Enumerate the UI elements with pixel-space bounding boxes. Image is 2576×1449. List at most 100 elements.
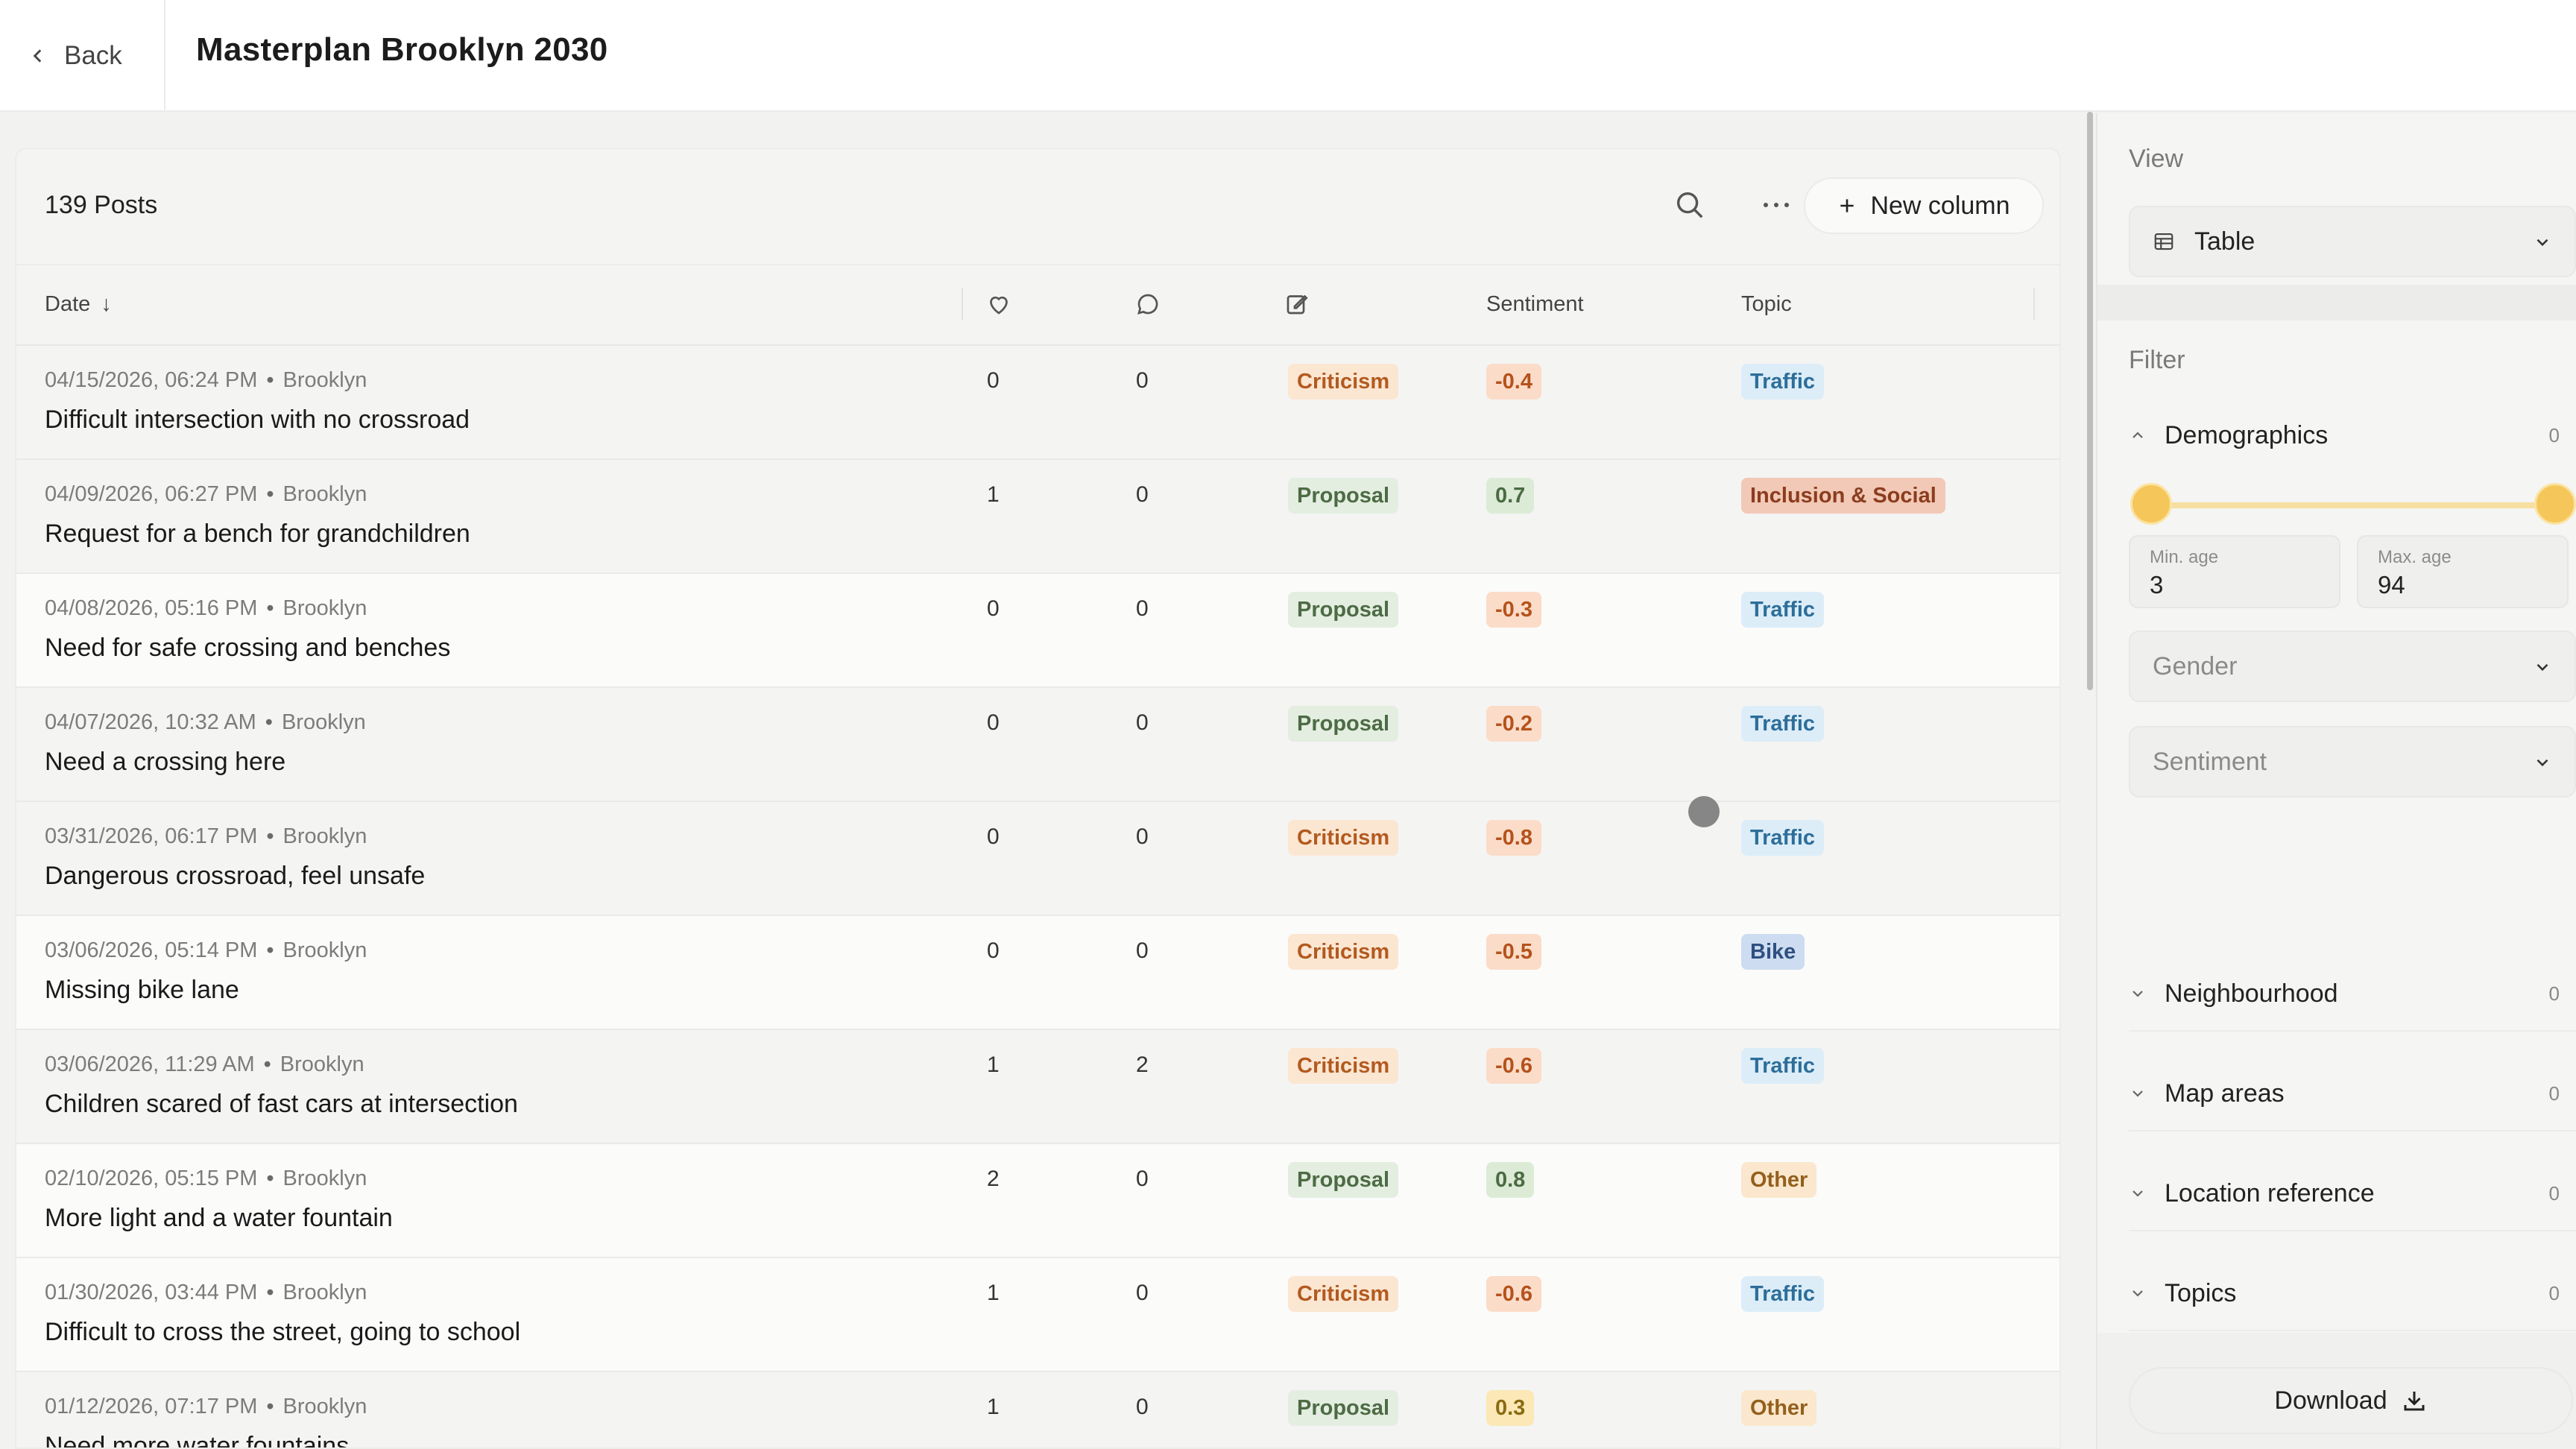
table-row[interactable]: 01/12/2026, 07:17 PM • Brooklyn Need more … bbox=[16, 1372, 2059, 1448]
view-label: View bbox=[2129, 145, 2184, 173]
sentiment-select[interactable]: Sentiment bbox=[2129, 726, 2576, 798]
post-date: 04/08/2026, 05:16 PM bbox=[45, 596, 258, 620]
comments-count: 0 bbox=[1136, 1167, 1149, 1191]
table-row[interactable]: 02/10/2026, 05:15 PM • Brooklyn More light… bbox=[16, 1144, 2059, 1258]
download-label: Download bbox=[2274, 1386, 2387, 1415]
column-header-topic[interactable]: Topic bbox=[1741, 292, 1792, 317]
post-date: 02/10/2026, 05:15 PM bbox=[45, 1167, 258, 1190]
post-meta: 03/06/2026, 11:29 AM • Brooklyn bbox=[45, 1052, 364, 1077]
post-title[interactable]: Missing bike lane bbox=[45, 976, 239, 1005]
topic-badge: Traffic bbox=[1741, 820, 1825, 856]
accordion-neighbourhood[interactable]: Neighbourhood 0 bbox=[2129, 957, 2576, 1032]
section-label: Location reference bbox=[2165, 1178, 2375, 1208]
age-max-handle[interactable] bbox=[2534, 483, 2576, 525]
download-button[interactable]: Download bbox=[2129, 1367, 2573, 1434]
table-row[interactable]: 03/06/2026, 05:14 PM • Brooklyn Missing bi… bbox=[16, 916, 2059, 1030]
age-slider-track[interactable] bbox=[2151, 502, 2555, 508]
min-age-label: Min. age bbox=[2150, 547, 2219, 567]
search-icon[interactable] bbox=[1673, 188, 1707, 222]
table-row[interactable]: 04/08/2026, 05:16 PM • Brooklyn Need for s… bbox=[16, 574, 2059, 688]
post-date: 03/06/2026, 05:14 PM bbox=[45, 938, 258, 962]
post-meta: 03/06/2026, 05:14 PM • Brooklyn bbox=[45, 938, 367, 963]
accordion-location-reference[interactable]: Location reference 0 bbox=[2129, 1157, 2576, 1231]
table-row[interactable]: 04/07/2026, 10:32 AM • Brooklyn Need a cro… bbox=[16, 688, 2059, 802]
post-title[interactable]: Difficult intersection with no crossroad bbox=[45, 405, 470, 435]
post-title[interactable]: Request for a bench for grandchildren bbox=[45, 520, 470, 549]
section-count: 0 bbox=[2548, 1181, 2560, 1205]
separator-dot: • bbox=[265, 710, 273, 734]
topic-badge: Traffic bbox=[1741, 706, 1825, 742]
accordion-map-areas[interactable]: Map areas 0 bbox=[2129, 1057, 2576, 1131]
post-meta: 04/09/2026, 06:27 PM • Brooklyn bbox=[45, 482, 367, 507]
post-date: 01/30/2026, 03:44 PM bbox=[45, 1281, 258, 1304]
column-header-date[interactable]: Date ↓ bbox=[45, 292, 112, 317]
new-column-button[interactable]: New column bbox=[1804, 177, 2044, 234]
column-header-sentiment[interactable]: Sentiment bbox=[1486, 292, 1584, 317]
topic-badge: Traffic bbox=[1741, 364, 1825, 400]
table-icon bbox=[2154, 233, 2174, 250]
section-count: 0 bbox=[2548, 1281, 2560, 1304]
chevron-down-icon bbox=[2133, 1190, 2143, 1197]
post-title[interactable]: Need for safe crossing and benches bbox=[45, 634, 450, 663]
separator-dot: • bbox=[266, 1281, 274, 1304]
table-row[interactable]: 03/06/2026, 11:29 AM • Brooklyn Children s… bbox=[16, 1030, 2059, 1144]
gender-select[interactable]: Gender bbox=[2129, 631, 2576, 702]
section-divider bbox=[2097, 285, 2576, 321]
post-meta: 02/10/2026, 05:15 PM • Brooklyn bbox=[45, 1167, 367, 1191]
demographics-count: 0 bbox=[2548, 423, 2560, 446]
view-select[interactable]: Table bbox=[2129, 206, 2576, 277]
chevron-down-icon bbox=[2133, 1090, 2143, 1097]
post-place: Brooklyn bbox=[282, 1395, 367, 1418]
chevron-down-icon bbox=[2133, 991, 2143, 997]
post-title[interactable]: More light and a water fountain bbox=[45, 1204, 393, 1233]
max-age-field[interactable]: Max. age 94 bbox=[2357, 535, 2569, 608]
post-date: 03/06/2026, 11:29 AM bbox=[45, 1052, 255, 1076]
post-title[interactable]: Need more water fountains bbox=[45, 1432, 349, 1448]
filter-panel: View Table Filter Demographics 0 Min. ag… bbox=[2096, 113, 2576, 1449]
sentiment-badge: -0.5 bbox=[1486, 934, 1541, 970]
scrollbar[interactable] bbox=[2087, 112, 2093, 690]
chevron-down-icon bbox=[2536, 239, 2548, 247]
edit-note-icon[interactable] bbox=[1284, 291, 1310, 318]
age-min-handle[interactable] bbox=[2130, 483, 2172, 525]
comments-count: 0 bbox=[1136, 824, 1149, 849]
min-age-field[interactable]: Min. age 3 bbox=[2129, 535, 2340, 608]
post-type-badge: Proposal bbox=[1288, 1162, 1399, 1198]
accordion-topics[interactable]: Topics 0 bbox=[2129, 1257, 2576, 1331]
post-meta: 04/15/2026, 06:24 PM • Brooklyn bbox=[45, 368, 367, 393]
likes-count: 1 bbox=[987, 1052, 1000, 1077]
post-title[interactable]: Need a crossing here bbox=[45, 748, 285, 777]
post-title[interactable]: Difficult to cross the street, going to … bbox=[45, 1318, 520, 1347]
more-options-icon[interactable] bbox=[1758, 188, 1795, 222]
posts-table-card: 139 Posts New column Date ↓ Sentiment To… bbox=[15, 148, 2061, 1449]
back-button[interactable]: Back bbox=[0, 0, 165, 112]
back-label: Back bbox=[64, 41, 122, 70]
comment-icon[interactable] bbox=[1134, 291, 1161, 318]
topic-badge: Inclusion & Social bbox=[1741, 478, 1945, 514]
likes-count: 1 bbox=[987, 482, 1000, 507]
max-age-value: 94 bbox=[2378, 571, 2405, 599]
post-type-badge: Proposal bbox=[1288, 592, 1399, 628]
heart-icon[interactable] bbox=[985, 291, 1012, 318]
page-title: Masterplan Brooklyn 2030 bbox=[196, 31, 608, 68]
filter-label: Filter bbox=[2129, 346, 2185, 374]
separator-dot: • bbox=[266, 938, 274, 962]
table-row[interactable]: 03/31/2026, 06:17 PM • Brooklyn Dangerous … bbox=[16, 802, 2059, 916]
post-date: 01/12/2026, 07:17 PM bbox=[45, 1395, 258, 1418]
post-place: Brooklyn bbox=[281, 710, 366, 734]
post-place: Brooklyn bbox=[282, 1281, 367, 1304]
accordion-demographics[interactable]: Demographics 0 bbox=[2129, 398, 2576, 473]
section-count: 0 bbox=[2548, 982, 2560, 1005]
table-row[interactable]: 04/15/2026, 06:24 PM • Brooklyn Difficult … bbox=[16, 346, 2059, 460]
post-title[interactable]: Dangerous crossroad, feel unsafe bbox=[45, 862, 425, 891]
table-row[interactable]: 04/09/2026, 06:27 PM • Brooklyn Request fo… bbox=[16, 460, 2059, 574]
post-meta: 01/30/2026, 03:44 PM • Brooklyn bbox=[45, 1281, 367, 1305]
column-divider bbox=[2033, 288, 2035, 321]
post-type-badge: Criticism bbox=[1288, 820, 1399, 856]
table-row[interactable]: 01/30/2026, 03:44 PM • Brooklyn Difficult … bbox=[16, 1258, 2059, 1372]
demographics-label: Demographics bbox=[2165, 420, 2329, 449]
sentiment-badge: -0.6 bbox=[1486, 1276, 1541, 1312]
post-title[interactable]: Children scared of fast cars at intersec… bbox=[45, 1090, 518, 1119]
comments-count: 2 bbox=[1136, 1052, 1149, 1077]
table-header: Date ↓ Sentiment Topic bbox=[16, 264, 2059, 346]
